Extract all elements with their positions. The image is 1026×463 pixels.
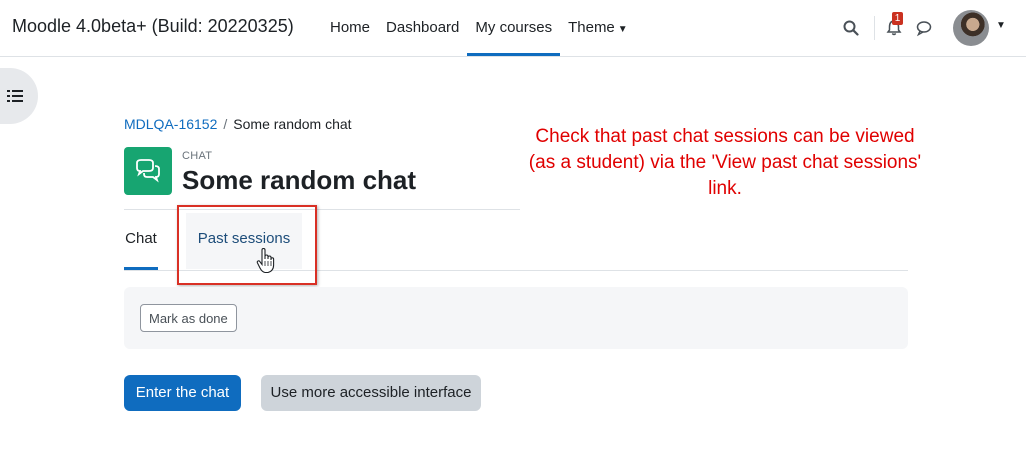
nav-theme-label: Theme	[568, 19, 615, 36]
breadcrumb-separator: /	[223, 116, 228, 132]
primary-navigation: Home Dashboard My courses Theme ▼	[322, 0, 636, 56]
breadcrumb-current[interactable]: Some random chat	[233, 116, 351, 132]
breadcrumb: MDLQA-16152 / Some random chat	[124, 116, 352, 132]
nav-home[interactable]: Home	[322, 0, 378, 56]
list-icon	[7, 90, 23, 102]
activity-completion-area: Mark as done	[124, 287, 908, 349]
nav-theme[interactable]: Theme ▼	[560, 0, 636, 56]
module-type-label: CHAT	[182, 150, 213, 162]
navbar-divider	[874, 16, 875, 40]
chat-bubbles-icon	[124, 147, 172, 195]
accessible-interface-button[interactable]: Use more accessible interface	[261, 375, 481, 411]
chevron-down-icon: ▼	[617, 24, 628, 35]
user-menu-chevron-icon[interactable]: ▼	[996, 20, 1006, 31]
instruction-annotation: Check that past chat sessions can be vie…	[528, 126, 922, 199]
hand-pointer-cursor-icon	[256, 247, 276, 279]
nav-my-courses[interactable]: My courses	[467, 0, 561, 56]
mark-as-done-button[interactable]: Mark as done	[140, 304, 237, 332]
tab-chat[interactable]: Chat	[124, 213, 158, 270]
enter-chat-button[interactable]: Enter the chat	[124, 375, 241, 411]
notification-count-badge: 1	[892, 12, 903, 25]
page-title: Some random chat	[182, 165, 417, 195]
user-avatar[interactable]	[953, 10, 989, 46]
breadcrumb-course-link[interactable]: MDLQA-16152	[124, 116, 217, 132]
course-index-toggle[interactable]	[0, 68, 38, 124]
search-icon[interactable]	[839, 16, 863, 40]
navbar: Moodle 4.0beta+ (Build: 20220325) Home D…	[0, 0, 1026, 57]
bell-icon[interactable]: 1	[882, 12, 906, 40]
site-name[interactable]: Moodle 4.0beta+ (Build: 20220325)	[12, 16, 294, 37]
nav-dashboard[interactable]: Dashboard	[378, 0, 467, 56]
chat-bubble-icon[interactable]	[912, 16, 936, 40]
highlight-annotation-box	[177, 205, 317, 285]
